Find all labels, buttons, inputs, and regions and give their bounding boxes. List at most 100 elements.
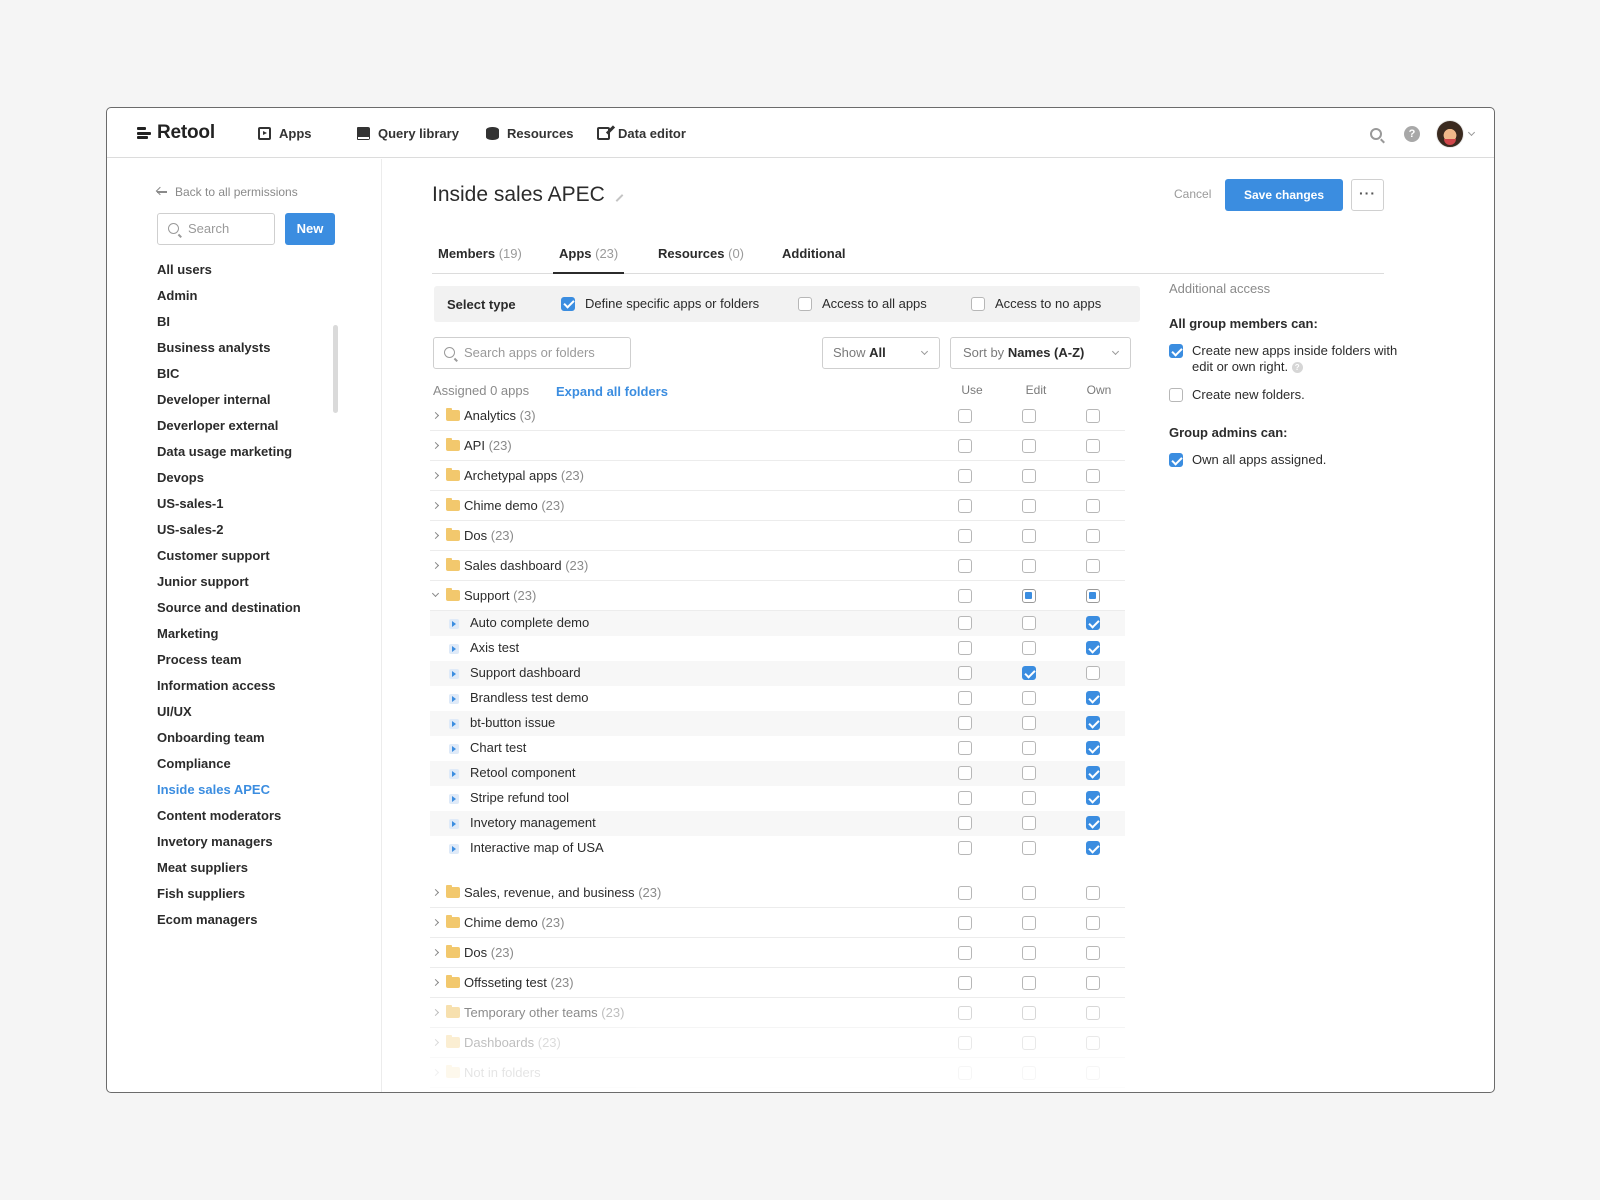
use-checkbox[interactable] (958, 469, 972, 483)
edit-checkbox[interactable] (1022, 916, 1036, 930)
use-checkbox[interactable] (958, 641, 972, 655)
use-checkbox[interactable] (958, 841, 972, 855)
edit-checkbox[interactable] (1022, 641, 1036, 655)
chevron-right-icon[interactable] (431, 441, 440, 450)
access-none-checkbox[interactable] (971, 296, 985, 311)
sidebar-group-item[interactable]: Process team (157, 647, 301, 673)
folder-row[interactable]: Sales, revenue, and business (23) (430, 878, 1125, 908)
folder-row[interactable]: Temporary other teams (23) (430, 998, 1125, 1028)
nav-query-library[interactable]: Query library (357, 126, 459, 141)
app-row[interactable]: Auto complete demo (430, 611, 1125, 636)
folder-row[interactable]: Offsseting test (23) (430, 968, 1125, 998)
app-row[interactable]: Chart test (430, 736, 1125, 761)
sidebar-group-item[interactable]: Developer internal (157, 387, 301, 413)
folder-row[interactable]: Archetypal apps (23) (430, 461, 1125, 491)
own-checkbox[interactable] (1086, 916, 1100, 930)
sidebar-group-item[interactable]: Junior support (157, 569, 301, 595)
use-checkbox[interactable] (958, 1006, 972, 1020)
own-checkbox[interactable] (1086, 716, 1100, 730)
folder-row[interactable]: Support (23) (430, 581, 1125, 611)
search-icon[interactable] (1370, 128, 1382, 140)
more-options-button[interactable]: ··· (1351, 179, 1384, 211)
edit-checkbox[interactable] (1022, 946, 1036, 960)
own-checkbox[interactable] (1086, 439, 1100, 453)
app-row[interactable]: Support dashboard (430, 661, 1125, 686)
use-checkbox[interactable] (958, 666, 972, 680)
edit-checkbox[interactable] (1022, 616, 1036, 630)
edit-checkbox[interactable] (1022, 469, 1036, 483)
app-row[interactable]: Retool component (430, 761, 1125, 786)
edit-checkbox[interactable] (1022, 791, 1036, 805)
sidebar-group-item[interactable]: Marketing (157, 621, 301, 647)
edit-checkbox[interactable] (1022, 766, 1036, 780)
use-checkbox[interactable] (958, 816, 972, 830)
own-checkbox[interactable] (1086, 886, 1100, 900)
use-checkbox[interactable] (958, 886, 972, 900)
folder-row[interactable]: Dos (23) (430, 521, 1125, 551)
sort-dropdown[interactable]: Sort by Names (A-Z) (950, 337, 1131, 369)
edit-checkbox[interactable] (1022, 741, 1036, 755)
avatar[interactable] (1436, 120, 1464, 148)
app-row[interactable]: Axis test (430, 636, 1125, 661)
tab-members[interactable]: Members (19) (432, 239, 528, 274)
chevron-right-icon[interactable] (431, 1008, 440, 1017)
folder-row[interactable]: Dashboards (23) (430, 1028, 1125, 1058)
own-checkbox[interactable] (1086, 409, 1100, 423)
edit-checkbox[interactable] (1022, 886, 1036, 900)
create-folders-option[interactable]: Create new folders. (1169, 387, 1399, 403)
chevron-right-icon[interactable] (431, 531, 440, 540)
app-search-input[interactable]: Search apps or folders (433, 337, 631, 369)
own-all-apps-option[interactable]: Own all apps assigned. (1169, 452, 1399, 468)
use-checkbox[interactable] (958, 589, 972, 603)
edit-checkbox[interactable] (1022, 1036, 1036, 1050)
edit-checkbox[interactable] (1022, 589, 1036, 603)
chevron-down-icon[interactable] (431, 589, 440, 598)
help-icon[interactable]: ? (1404, 126, 1420, 142)
edit-checkbox[interactable] (1022, 439, 1036, 453)
use-checkbox[interactable] (958, 716, 972, 730)
own-checkbox[interactable] (1086, 766, 1100, 780)
use-checkbox[interactable] (958, 559, 972, 573)
folder-row[interactable]: API (23) (430, 431, 1125, 461)
own-checkbox[interactable] (1086, 641, 1100, 655)
edit-checkbox[interactable] (1022, 816, 1036, 830)
create-folders-checkbox[interactable] (1169, 388, 1183, 402)
sidebar-group-item[interactable]: Customer support (157, 543, 301, 569)
use-checkbox[interactable] (958, 439, 972, 453)
sidebar-group-item[interactable]: Information access (157, 673, 301, 699)
sidebar-group-item[interactable]: Compliance (157, 751, 301, 777)
app-row[interactable]: Interactive map of USA (430, 836, 1125, 861)
tab-apps[interactable]: Apps (23) (553, 239, 625, 274)
sidebar-group-item[interactable]: Admin (157, 283, 301, 309)
edit-checkbox[interactable] (1022, 559, 1036, 573)
own-checkbox[interactable] (1086, 529, 1100, 543)
app-row[interactable]: Brandless test demo (430, 686, 1125, 711)
own-checkbox[interactable] (1086, 741, 1100, 755)
tab-additional[interactable]: Additional (776, 239, 852, 274)
create-apps-checkbox[interactable] (1169, 344, 1183, 358)
sidebar-group-item[interactable]: US-sales-2 (157, 517, 301, 543)
edit-checkbox[interactable] (1022, 716, 1036, 730)
edit-checkbox[interactable] (1022, 1066, 1036, 1080)
use-checkbox[interactable] (958, 691, 972, 705)
use-checkbox[interactable] (958, 741, 972, 755)
folder-row[interactable]: Chime demo (23) (430, 908, 1125, 938)
chevron-right-icon[interactable] (431, 888, 440, 897)
new-group-button[interactable]: New (285, 213, 335, 245)
folder-row[interactable]: Dos (23) (430, 938, 1125, 968)
own-checkbox[interactable] (1086, 816, 1100, 830)
show-filter-dropdown[interactable]: Show All (822, 337, 940, 369)
cancel-button[interactable]: Cancel (1174, 187, 1211, 201)
chevron-right-icon[interactable] (431, 411, 440, 420)
use-checkbox[interactable] (958, 499, 972, 513)
chevron-down-icon[interactable] (1467, 128, 1476, 137)
own-all-apps-checkbox[interactable] (1169, 453, 1183, 467)
use-checkbox[interactable] (958, 409, 972, 423)
own-checkbox[interactable] (1086, 559, 1100, 573)
nav-apps[interactable]: Apps (258, 126, 312, 141)
use-checkbox[interactable] (958, 946, 972, 960)
own-checkbox[interactable] (1086, 1036, 1100, 1050)
chevron-right-icon[interactable] (431, 978, 440, 987)
sidebar-group-item[interactable]: Deverloper external (157, 413, 301, 439)
create-apps-option[interactable]: Create new apps inside folders with edit… (1169, 343, 1399, 375)
